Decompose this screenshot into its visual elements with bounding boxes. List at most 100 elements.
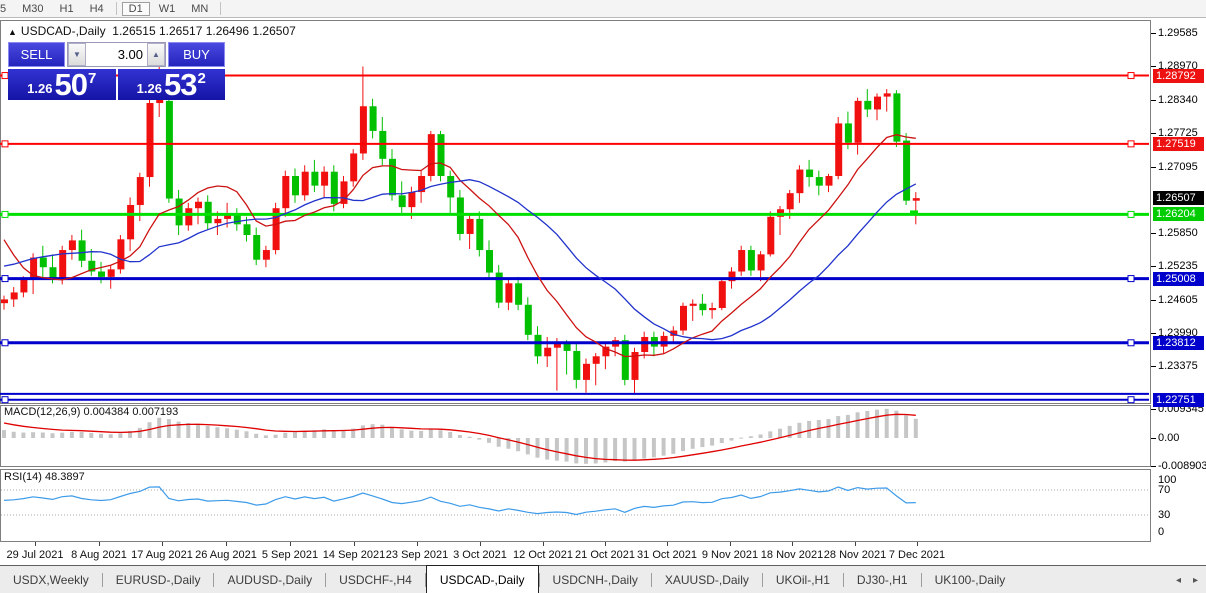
date-label: 5 Sep 2021 bbox=[262, 549, 318, 561]
date-tickmark bbox=[917, 542, 918, 546]
tab-dj30-h1[interactable]: DJ30-,H1 bbox=[844, 566, 921, 593]
date-tickmark bbox=[605, 542, 606, 546]
tab-audusd-daily[interactable]: AUDUSD-,Daily bbox=[214, 566, 325, 593]
price-tick-label: 1.25850 bbox=[1158, 227, 1198, 239]
price-tick-label: 1.28340 bbox=[1158, 94, 1198, 106]
date-tickmark bbox=[226, 542, 227, 546]
price-axis[interactable]: 1.295851.289701.283401.277251.270951.258… bbox=[1151, 20, 1206, 565]
chart-ohlc-values: 1.26515 1.26517 1.26496 1.26507 bbox=[112, 24, 296, 38]
date-label: 8 Aug 2021 bbox=[71, 549, 127, 561]
price-tickmark bbox=[1151, 300, 1156, 301]
mt4-terminal-window: 5M30H1H4 D1W1MN ▲ USDCAD-,Daily 1.26515 1.… bbox=[0, 0, 1206, 593]
timeframe-button-m30[interactable]: M30 bbox=[15, 2, 50, 16]
tab-usdcad-daily[interactable]: USDCAD-,Daily bbox=[426, 565, 539, 593]
date-label: 29 Jul 2021 bbox=[7, 549, 64, 561]
timeframe-button-h1[interactable]: H1 bbox=[53, 2, 81, 16]
price-tick-label: 1.25235 bbox=[1158, 260, 1198, 272]
date-axis[interactable]: 29 Jul 2021 8 Aug 2021 17 Aug 202126 Aug 2… bbox=[0, 542, 1151, 565]
price-level-tag: 1.22751 bbox=[1153, 393, 1204, 407]
date-tickmark bbox=[855, 542, 856, 546]
macd-tickmark bbox=[1151, 466, 1156, 467]
date-label: 18 Nov 2021 bbox=[761, 549, 823, 561]
timeframe-button-d1[interactable]: D1 bbox=[122, 2, 150, 16]
ask-price-pip-digit: 2 bbox=[197, 70, 205, 87]
date-tickmark bbox=[35, 542, 36, 546]
ask-price-prefix: 1.26 bbox=[137, 81, 162, 96]
volume-increase-button[interactable]: ▲ bbox=[147, 43, 165, 66]
rsi-label: RSI(14) 48.3897 bbox=[4, 471, 85, 483]
timeframe-toolbar: 5M30H1H4 D1W1MN bbox=[0, 0, 1206, 18]
macd-tickmark bbox=[1151, 438, 1156, 439]
date-label: 26 Aug 2021 bbox=[195, 549, 257, 561]
chart-ohlc-header: ▲ USDCAD-,Daily 1.26515 1.26517 1.26496 1… bbox=[8, 24, 296, 38]
rsi-axis-label: 30 bbox=[1158, 509, 1170, 521]
volume-decrease-button[interactable]: ▼ bbox=[68, 43, 86, 66]
sell-button[interactable]: SELL bbox=[8, 42, 65, 67]
date-label: 9 Nov 2021 bbox=[702, 549, 758, 561]
bid-price-display[interactable]: 1.26 50 7 bbox=[8, 69, 116, 100]
tab-xauusd-daily[interactable]: XAUUSD-,Daily bbox=[652, 566, 762, 593]
collapse-panel-icon[interactable]: ▲ bbox=[8, 27, 17, 37]
price-tick-label: 1.23375 bbox=[1158, 360, 1198, 372]
tab-usdcnh-daily[interactable]: USDCNH-,Daily bbox=[540, 566, 651, 593]
date-label: 12 Oct 2021 bbox=[513, 549, 573, 561]
date-tickmark bbox=[792, 542, 793, 546]
date-label: 28 Nov 2021 bbox=[824, 549, 886, 561]
timeframe-button-mn[interactable]: MN bbox=[184, 2, 215, 16]
ask-price-display[interactable]: 1.26 53 2 bbox=[118, 69, 226, 100]
price-level-tag: 1.26204 bbox=[1153, 207, 1204, 221]
toolbar-separator bbox=[116, 2, 117, 15]
scroll-left-arrow[interactable]: ◂ bbox=[1176, 575, 1181, 586]
volume-input[interactable]: 3.00 bbox=[86, 43, 147, 66]
date-label: 14 Sep 2021 bbox=[323, 549, 385, 561]
bid-price-prefix: 1.26 bbox=[27, 81, 52, 96]
chart-tab-bar: USDX,WeeklyEURUSD-,DailyAUDUSD-,DailyUSD… bbox=[0, 565, 1206, 593]
price-tickmark bbox=[1151, 167, 1156, 168]
chart-symbol-title: USDCAD-,Daily bbox=[21, 24, 106, 38]
price-tickmark bbox=[1151, 233, 1156, 234]
volume-stepper: ▼ 3.00 ▲ bbox=[67, 42, 166, 67]
price-level-tag: 1.23812 bbox=[1153, 336, 1204, 350]
macd-tickmark bbox=[1151, 409, 1156, 410]
tab-usdx-weekly[interactable]: USDX,Weekly bbox=[0, 566, 102, 593]
ask-price-big-digits: 53 bbox=[164, 71, 196, 99]
date-tickmark bbox=[162, 542, 163, 546]
date-tickmark bbox=[99, 542, 100, 546]
tab-ukoil-h1[interactable]: UKOil-,H1 bbox=[763, 566, 843, 593]
toolbar-separator bbox=[220, 2, 221, 15]
bid-price-pip-digit: 7 bbox=[88, 70, 96, 87]
date-label: 7 Dec 2021 bbox=[889, 549, 945, 561]
price-tickmark bbox=[1151, 33, 1156, 34]
date-tickmark bbox=[354, 542, 355, 546]
buy-button[interactable]: BUY bbox=[168, 42, 225, 67]
date-label: 21 Oct 2021 bbox=[575, 549, 635, 561]
date-tickmark bbox=[290, 542, 291, 546]
price-tickmark bbox=[1151, 266, 1156, 267]
timeframe-button-w1[interactable]: W1 bbox=[152, 2, 183, 16]
price-tickmark bbox=[1151, 366, 1156, 367]
timeframe-button-h4[interactable]: H4 bbox=[83, 2, 111, 16]
date-tickmark bbox=[543, 542, 544, 546]
tab-eurusd-daily[interactable]: EURUSD-,Daily bbox=[103, 566, 214, 593]
tab-uk100-daily[interactable]: UK100-,Daily bbox=[922, 566, 1019, 593]
price-tick-label: 1.27095 bbox=[1158, 161, 1198, 173]
date-label: 17 Aug 2021 bbox=[131, 549, 193, 561]
price-level-tag: 1.25008 bbox=[1153, 272, 1204, 286]
price-tickmark bbox=[1151, 100, 1156, 101]
price-tickmark bbox=[1151, 333, 1156, 334]
date-tickmark bbox=[667, 542, 668, 546]
timeframe-button-5[interactable]: 5 bbox=[0, 2, 13, 16]
price-level-tag: 1.26507 bbox=[1153, 191, 1204, 205]
price-level-tag: 1.28792 bbox=[1153, 69, 1204, 83]
tab-usdchf-h4[interactable]: USDCHF-,H4 bbox=[326, 566, 425, 593]
price-tickmark bbox=[1151, 133, 1156, 134]
date-tickmark bbox=[417, 542, 418, 546]
price-tick-label: 1.29585 bbox=[1158, 27, 1198, 39]
bid-price-big-digits: 50 bbox=[54, 71, 86, 99]
macd-axis-label: 0.00 bbox=[1158, 432, 1179, 444]
price-tickmark bbox=[1151, 66, 1156, 67]
one-click-trading-panel: SELL ▼ 3.00 ▲ BUY 1.26 50 7 1.26 53 2 bbox=[8, 42, 225, 100]
macd-axis-label: -0.008903 bbox=[1158, 460, 1206, 472]
scroll-right-arrow[interactable]: ▸ bbox=[1193, 575, 1198, 586]
rsi-indicator-pane[interactable] bbox=[0, 469, 1151, 542]
